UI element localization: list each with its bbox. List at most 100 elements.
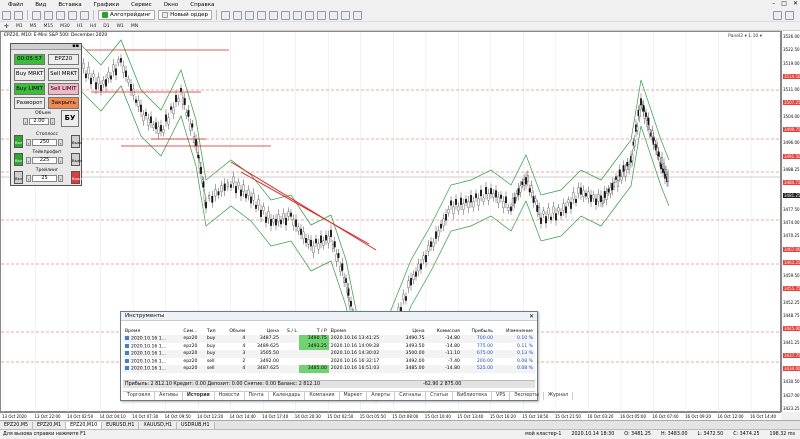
trade-panel-header[interactable]: ▪▪: [11, 44, 81, 50]
menu-item[interactable]: Вставка: [52, 2, 87, 8]
column-header[interactable]: Прибыль: [462, 327, 495, 335]
instruments-tab[interactable]: Компания: [305, 392, 340, 400]
trade-panel-close-icon[interactable]: ▪▪: [72, 44, 79, 49]
close-position-button[interactable]: Закрыть: [48, 97, 79, 109]
trailing-off-button[interactable]: Выкл: [71, 171, 82, 184]
column-header[interactable]: T / P: [299, 327, 329, 335]
chart-tab[interactable]: USDRUB,H1: [176, 422, 215, 429]
navigator-icon[interactable]: [56, 10, 65, 20]
tester-icon[interactable]: [80, 10, 89, 20]
price-axis[interactable]: 3526.00 3522.50 3519.00 3514.50 3511.00 3507.…: [781, 31, 800, 412]
timeframe-button[interactable]: MN: [131, 24, 138, 29]
notifications-icon[interactable]: [785, 10, 794, 20]
zoom-in-icon[interactable]: [257, 10, 267, 20]
symbol-button[interactable]: EPZ20: [48, 54, 79, 65]
market-watch-icon[interactable]: [32, 10, 41, 20]
chart-shift-icon[interactable]: [305, 10, 315, 20]
trailing-decrease-button[interactable]: ‹: [26, 175, 31, 182]
autoscroll-icon[interactable]: [293, 10, 303, 20]
timeframe-button[interactable]: H4: [90, 24, 96, 29]
trailing-increase-button[interactable]: ›: [58, 175, 63, 182]
takeprofit-on-button[interactable]: Вкл: [14, 153, 23, 166]
column-header[interactable]: Изменение: [495, 327, 535, 335]
takeprofit-off-button[interactable]: Выкл: [71, 153, 82, 166]
takeprofit-increase-button[interactable]: ›: [58, 157, 63, 164]
buy-market-button[interactable]: Buy MRKT: [14, 68, 45, 81]
column-header[interactable]: Объем: [221, 327, 247, 335]
volume-decrease-button[interactable]: ‹: [23, 118, 28, 125]
timeframe-button[interactable]: M30: [60, 24, 70, 29]
instruments-tab[interactable]: Новости: [215, 392, 245, 400]
stoploss-on-button[interactable]: Вкл: [14, 135, 23, 148]
close-icon[interactable]: ✕: [793, 0, 798, 7]
instruments-tab[interactable]: Статьи: [426, 392, 453, 400]
menu-item[interactable]: Вид: [29, 2, 52, 8]
timeframe-button[interactable]: M5: [30, 24, 37, 29]
chart-tab[interactable]: EPZ20,M10: [66, 422, 103, 429]
chart-tab[interactable]: EURUSD,H1: [102, 422, 140, 429]
timeframe-button[interactable]: M15: [44, 24, 54, 29]
stoploss-off-button[interactable]: Выкл: [71, 135, 82, 148]
line-chart-icon[interactable]: [245, 10, 255, 20]
instruments-title[interactable]: Инструменты: [121, 312, 537, 321]
bar-chart-icon[interactable]: [221, 10, 231, 20]
minimize-icon[interactable]: –: [772, 0, 775, 7]
column-header[interactable]: Сим...: [181, 327, 204, 335]
trailing-on-button[interactable]: Вкл: [14, 171, 23, 184]
menu-item[interactable]: Окно: [158, 2, 185, 8]
time-axis[interactable]: 13 Oct 2020 13 Oct 22:00 14 Oct 02:50 14 Oc…: [0, 412, 781, 420]
new-chart-icon[interactable]: [2, 10, 11, 20]
crosshair-icon[interactable]: ✛: [4, 23, 9, 30]
instruments-tab[interactable]: Сигналы: [395, 392, 427, 400]
search-icon[interactable]: [773, 10, 782, 20]
instruments-tab[interactable]: Почта: [245, 392, 269, 400]
column-header[interactable]: Время: [329, 327, 397, 335]
timeframe-button[interactable]: D1: [103, 24, 109, 29]
instruments-tab[interactable]: Журнал: [544, 392, 574, 400]
volume-increase-button[interactable]: ›: [50, 118, 55, 125]
chart-tab[interactable]: XAUUSD,H1: [139, 422, 177, 429]
indicators-icon[interactable]: [317, 10, 327, 20]
menu-item[interactable]: Файл: [2, 2, 29, 8]
table-row[interactable]: 2020.10.16 1... epz20 buy 4 3487.25 3490.75 20…: [123, 335, 535, 343]
instruments-tab[interactable]: Эксперты: [510, 392, 544, 400]
column-header[interactable]: Цена: [397, 327, 427, 335]
timeframe-button[interactable]: H1: [77, 24, 83, 29]
settings-icon[interactable]: [353, 10, 363, 20]
instruments-tab[interactable]: Маркет: [340, 392, 368, 400]
breakeven-button[interactable]: БУ: [61, 110, 79, 127]
instruments-tab[interactable]: VPS: [492, 392, 511, 400]
takeprofit-input[interactable]: 225: [32, 157, 57, 164]
tile-windows-icon[interactable]: [281, 10, 291, 20]
profiles-icon[interactable]: [14, 10, 23, 20]
instruments-tab[interactable]: Активы: [155, 392, 183, 400]
buy-limit-button[interactable]: Buy LIMIT: [14, 83, 45, 95]
stoploss-decrease-button[interactable]: ‹: [26, 139, 31, 146]
volume-input[interactable]: 2.00: [29, 118, 49, 125]
instruments-tab[interactable]: Библиотека: [453, 392, 493, 400]
timeframe-button[interactable]: M1: [16, 24, 23, 29]
data-window-icon[interactable]: [44, 10, 53, 20]
stoploss-increase-button[interactable]: ›: [58, 139, 63, 146]
algo-trading-button[interactable]: Алготрейдинг: [98, 10, 156, 20]
status-profile[interactable]: мой кластер-1: [520, 432, 566, 437]
reverse-button[interactable]: Разворот: [14, 97, 45, 109]
zoom-out-icon[interactable]: [269, 10, 279, 20]
instruments-close-icon[interactable]: ✕: [529, 312, 534, 321]
menu-item[interactable]: Справка: [184, 2, 220, 8]
column-header[interactable]: Тип: [205, 327, 222, 335]
table-row[interactable]: 2020.10.16 1... epz20 buy 4 3489.625 3493.25 2…: [123, 342, 535, 350]
table-row[interactable]: 2020.10.16 1... epz20 buy 3 3505.50 2020.10.1…: [123, 350, 535, 358]
chart-tab[interactable]: EPZ20,M5: [0, 422, 34, 429]
takeprofit-decrease-button[interactable]: ‹: [26, 157, 31, 164]
column-header[interactable]: Время: [123, 327, 181, 335]
instruments-tab[interactable]: История: [182, 392, 215, 400]
instruments-tab[interactable]: Календарь: [269, 392, 306, 400]
maximize-icon[interactable]: □: [781, 0, 787, 7]
new-order-button[interactable]: Новый ордер: [158, 10, 213, 20]
toolbox-icon[interactable]: [68, 10, 77, 20]
period-icon[interactable]: [341, 10, 351, 20]
table-row[interactable]: 2020.10.16 1... epz20 sell 4 3487.625 3485.00…: [123, 365, 535, 373]
timeframe-button[interactable]: W1: [117, 24, 124, 29]
trailing-input[interactable]: 25: [32, 175, 57, 182]
